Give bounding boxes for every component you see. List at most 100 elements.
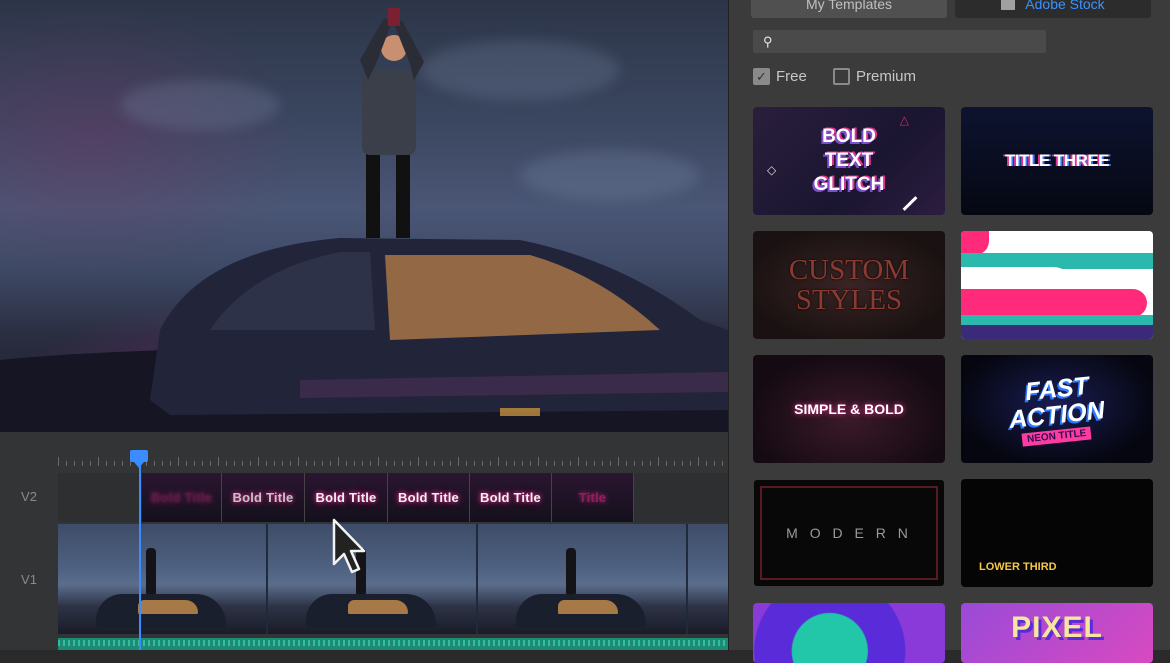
ruler-tick — [466, 461, 467, 466]
title-clip[interactable]: Bold Title — [142, 473, 222, 522]
time-ruler[interactable] — [58, 450, 728, 472]
filter-free[interactable]: ✓ Free — [753, 68, 807, 85]
shape-stripe-pink — [961, 231, 989, 255]
ruler-tick — [306, 461, 307, 466]
template-card[interactable]: CUSTOM STYLES — [753, 231, 945, 339]
filter-premium[interactable]: Premium — [833, 68, 916, 85]
video-clip[interactable] — [58, 524, 268, 634]
ruler-tick — [66, 461, 67, 466]
title-clip[interactable]: Bold Title — [222, 473, 305, 522]
template-card[interactable] — [753, 603, 945, 663]
ruler-tick — [394, 461, 395, 466]
playhead-icon[interactable] — [130, 450, 148, 468]
tab-adobe-stock[interactable]: Adobe Stock — [955, 0, 1151, 18]
ruler-tick — [570, 461, 571, 466]
template-title-line: TEXT — [824, 150, 874, 171]
ruler-tick — [650, 461, 651, 466]
ruler-tick — [482, 461, 483, 466]
ruler-tick — [442, 461, 443, 466]
search-icon: ⚲ — [763, 34, 773, 49]
title-clip-label: Bold Title — [151, 490, 212, 505]
ruler-tick — [90, 461, 91, 466]
ruler-tick — [490, 461, 491, 466]
title-clip-label: Bold Title — [398, 490, 459, 505]
ruler-tick — [426, 461, 427, 466]
title-clip[interactable]: Bold Title — [470, 473, 552, 522]
ruler-tick — [690, 461, 691, 466]
tab-my-templates[interactable]: My Templates — [751, 0, 947, 18]
video-clip[interactable] — [268, 524, 478, 634]
ruler-tick — [338, 457, 339, 466]
ruler-tick — [274, 461, 275, 466]
ruler-tick — [410, 461, 411, 466]
template-title-line: CUSTOM — [788, 254, 910, 286]
ruler-tick — [210, 461, 211, 466]
ruler-tick — [114, 461, 115, 466]
template-card[interactable]: TITLE THREE — [961, 107, 1153, 215]
template-tabs: My Templates Adobe Stock — [751, 0, 1151, 18]
person-leg — [366, 150, 380, 238]
ruler-tick — [666, 461, 667, 466]
templates-panel: My Templates Adobe Stock ⚲ ✓ Free Premiu… — [728, 0, 1170, 663]
template-title-line: PIXEL — [1011, 611, 1103, 644]
template-card[interactable]: SIMPLE & BOLD — [753, 355, 945, 463]
template-card[interactable] — [961, 231, 1153, 339]
ruler-tick — [314, 461, 315, 466]
ruler-tick — [418, 457, 419, 466]
ruler-tick — [698, 457, 699, 466]
template-card[interactable]: BOLD TEXT GLITCH △ ◇ — [753, 107, 945, 215]
template-card[interactable]: FAST ACTION NEON TITLE — [961, 355, 1153, 463]
person-torso — [362, 70, 416, 155]
ruler-tick — [178, 457, 179, 466]
template-title-line: GLITCH — [813, 174, 885, 195]
ruler-tick — [58, 457, 59, 466]
ruler-tick — [82, 461, 83, 466]
checkbox-checked-icon[interactable]: ✓ — [753, 68, 770, 85]
template-card[interactable]: LOWER THIRD — [961, 479, 1153, 587]
title-clip[interactable]: Bold Title — [305, 473, 388, 522]
audio-track[interactable] — [58, 638, 728, 650]
ruler-tick — [458, 457, 459, 466]
ruler-tick — [266, 461, 267, 466]
template-card[interactable]: PIXEL — [961, 603, 1153, 663]
ruler-tick — [682, 461, 683, 466]
template-title-line: SIMPLE & BOLD — [794, 401, 904, 417]
audio-waveform — [58, 640, 728, 646]
pencil-icon[interactable] — [902, 196, 918, 211]
ruler-tick — [546, 461, 547, 466]
ruler-tick — [282, 461, 283, 466]
title-clip[interactable]: Title — [552, 473, 634, 522]
video-clip[interactable] — [688, 524, 728, 634]
ruler-tick — [642, 461, 643, 466]
shape-stripe-pink — [961, 289, 1147, 317]
title-clip[interactable]: Bold Title — [388, 473, 470, 522]
clip-thumb-person — [566, 548, 576, 594]
ruler-tick — [578, 457, 579, 466]
triangle-decoration: △ — [899, 113, 909, 127]
playhead-line[interactable] — [139, 460, 141, 650]
ruler-tick — [386, 461, 387, 466]
ruler-tick — [330, 461, 331, 466]
ruler-tick — [194, 461, 195, 466]
ruler-tick — [474, 461, 475, 466]
title-clip-label: Bold Title — [480, 490, 541, 505]
clip-thumb-person — [146, 548, 156, 594]
person-leg — [396, 150, 410, 238]
ruler-tick — [218, 457, 219, 466]
ruler-tick — [562, 461, 563, 466]
title-clip-label: Bold Title — [315, 490, 377, 505]
ruler-tick — [234, 461, 235, 466]
ruler-tick — [258, 457, 259, 466]
video-clip[interactable] — [478, 524, 688, 634]
ruler-tick — [298, 457, 299, 466]
template-card[interactable]: M O D E R N — [753, 479, 945, 587]
title-clip-label: Bold Title — [232, 490, 294, 505]
search-input[interactable]: ⚲ — [753, 30, 1046, 53]
checkbox-empty-icon[interactable] — [833, 68, 850, 85]
program-monitor — [0, 0, 728, 432]
ruler-tick — [202, 461, 203, 466]
tab-label: My Templates — [805, 0, 893, 12]
ruler-tick — [122, 461, 123, 466]
template-title-line: ACTION — [1007, 395, 1107, 434]
template-title-line: TITLE THREE — [1004, 151, 1110, 170]
